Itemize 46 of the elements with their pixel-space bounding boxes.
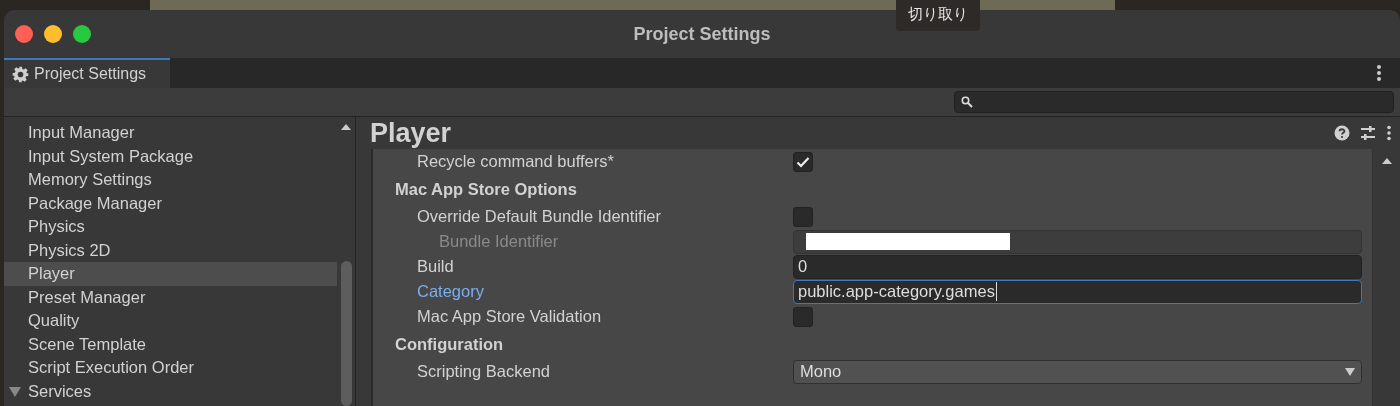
gear-icon <box>12 65 29 83</box>
field-label: Recycle command buffers* <box>416 151 615 173</box>
more-options-icon[interactable] <box>1386 125 1392 141</box>
sidebar-item[interactable]: Input System Package <box>4 144 337 168</box>
close-button[interactable] <box>15 25 33 43</box>
dropdown-arrow-icon <box>1345 367 1355 376</box>
sidebar-item[interactable]: Input Manager <box>4 121 337 145</box>
text-field[interactable]: public.app-category.games <box>793 279 1362 304</box>
panel-title: Player <box>370 116 452 150</box>
checkbox[interactable] <box>793 151 813 172</box>
field-label: Mac App Store Validation <box>416 306 603 328</box>
sidebar-item[interactable]: Memory Settings <box>4 168 337 192</box>
minimize-button[interactable] <box>44 25 62 43</box>
zoom-button[interactable] <box>73 25 91 43</box>
field-label: Category <box>416 281 485 303</box>
tooltip: 切り取り <box>896 0 980 31</box>
help-icon[interactable] <box>1334 125 1350 141</box>
sidebar-item[interactable]: Preset Manager <box>4 285 337 309</box>
field-label: Override Default Bundle Identifier <box>416 206 662 228</box>
sidebar-item[interactable]: Physics <box>4 215 337 239</box>
sidebar-item[interactable]: Quality <box>4 309 337 333</box>
sidebar-item[interactable]: Player <box>4 262 337 286</box>
checkbox[interactable] <box>793 306 813 327</box>
field-label: Scripting Backend <box>416 361 551 383</box>
scrollbar-thumb[interactable] <box>340 261 352 406</box>
section-heading: Configuration <box>395 333 504 355</box>
caret-icon[interactable] <box>9 386 21 397</box>
sidebar-item[interactable]: Services <box>4 379 337 403</box>
sidebar-item[interactable]: Package Manager <box>4 191 337 215</box>
sidebar-item[interactable]: Scene Template <box>4 332 337 356</box>
search-field[interactable] <box>954 91 1394 113</box>
sidebar-item[interactable]: Script Execution Order <box>4 356 337 380</box>
checkbox[interactable] <box>793 206 813 227</box>
window-title: Project Settings <box>633 22 771 46</box>
field-label: Build <box>416 256 455 278</box>
search-icon <box>961 96 973 108</box>
text-field[interactable]: 0 <box>793 254 1362 279</box>
dropdown[interactable]: Mono <box>793 359 1362 384</box>
more-options-icon[interactable] <box>1376 64 1382 82</box>
tab[interactable]: Project Settings <box>4 58 171 88</box>
sliders-icon[interactable] <box>1360 125 1376 141</box>
scroll-up-icon[interactable] <box>1380 157 1393 165</box>
sidebar-item[interactable]: Physics 2D <box>4 238 337 262</box>
section-heading: Mac App Store Options <box>395 178 577 200</box>
scroll-up-icon[interactable] <box>340 123 352 131</box>
field-label: Bundle Identifier <box>438 231 560 253</box>
